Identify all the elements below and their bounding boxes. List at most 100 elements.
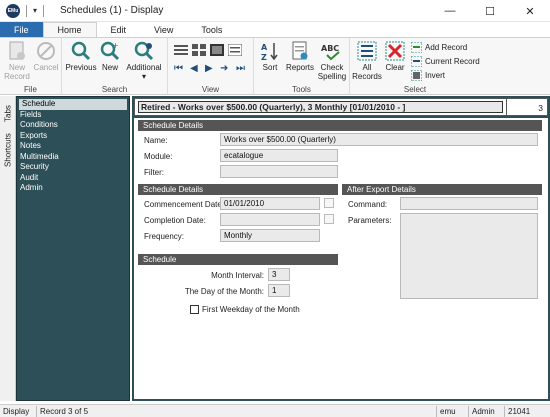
month-interval-field[interactable]: 3: [268, 268, 290, 281]
status-mode: Display: [3, 407, 30, 416]
check-spelling-label: Check Spelling: [317, 63, 347, 81]
filter-field[interactable]: [220, 165, 338, 178]
current-record-icon: [411, 56, 422, 67]
section-header: Schedule Details: [138, 120, 542, 131]
ribbon-group-select: All Records Clear Add Record Current Rec…: [350, 38, 480, 95]
calendar-icon[interactable]: [324, 214, 334, 224]
last-record-icon[interactable]: ⏭: [236, 63, 245, 74]
details-view-button[interactable]: [228, 44, 242, 56]
record-count: 3: [538, 103, 543, 113]
tab-file[interactable]: File: [0, 22, 43, 37]
cancel-button[interactable]: Cancel: [32, 40, 60, 72]
record-header: Retired - Works over $500.00 (Quarterly)…: [134, 98, 548, 116]
clear-selection-button[interactable]: Clear: [383, 40, 407, 72]
command-field[interactable]: [400, 197, 538, 210]
list-view-button[interactable]: [174, 44, 188, 56]
tab-home[interactable]: Home: [42, 22, 97, 37]
group-label-tools: Tools: [292, 85, 311, 94]
image-view-icon: [210, 44, 224, 56]
nav-item-admin[interactable]: Admin: [17, 183, 129, 194]
check-spelling-button[interactable]: ABC Check Spelling: [316, 40, 348, 81]
nav-item-audit[interactable]: Audit: [17, 173, 129, 184]
divider: [26, 4, 27, 17]
module-field[interactable]: ecatalogue: [220, 149, 338, 162]
module-label: Module:: [144, 152, 173, 161]
reports-button[interactable]: Reports: [284, 40, 316, 72]
day-of-month-field[interactable]: 1: [268, 284, 290, 297]
tab-edit[interactable]: Edit: [97, 22, 141, 37]
nav-item-schedule[interactable]: Schedule: [19, 99, 127, 110]
filter-label: Filter:: [144, 168, 164, 177]
nav-item-multimedia[interactable]: Multimedia: [17, 152, 129, 163]
commencement-date-label: Commencement Date:: [144, 200, 225, 209]
next-record-icon[interactable]: ▶: [205, 63, 213, 74]
ribbon-group-tools: AZ Sort Reports ABC Check Spelling Tools: [254, 38, 350, 95]
side-tab-shortcuts[interactable]: Shortcuts: [2, 130, 14, 170]
previous-record-icon[interactable]: ◀: [190, 63, 198, 74]
parameters-field[interactable]: [400, 213, 538, 299]
all-records-button[interactable]: All Records: [352, 40, 382, 81]
calendar-icon[interactable]: [324, 198, 334, 208]
additional-search-icon: [133, 40, 155, 62]
list-view-icon: [174, 45, 188, 55]
image-view-button[interactable]: [210, 44, 224, 56]
chevron-down-icon: ▾: [141, 72, 146, 81]
nav-item-exports[interactable]: Exports: [17, 131, 129, 142]
grid-view-button[interactable]: [192, 44, 206, 56]
invert-button[interactable]: Invert: [411, 70, 445, 81]
status-bar: Display Record 3 of 5 emu Admin 21041: [0, 404, 550, 417]
spell-check-icon: ABC: [321, 40, 343, 62]
record-panel: Retired - Works over $500.00 (Quarterly)…: [132, 96, 550, 401]
select-all-icon: [356, 40, 378, 62]
day-of-month-label: The Day of the Month:: [184, 287, 264, 296]
sort-button[interactable]: AZ Sort: [258, 40, 282, 72]
new-record-button[interactable]: New Record: [2, 40, 32, 81]
record-summary: Retired - Works over $500.00 (Quarterly)…: [138, 101, 503, 113]
ribbon-group-file: New Record Cancel File: [0, 38, 62, 95]
parameters-label: Parameters:: [348, 216, 392, 225]
commencement-date-field[interactable]: 01/01/2010: [220, 197, 320, 210]
all-records-label: All Records: [352, 63, 382, 81]
side-tab-tabs[interactable]: Tabs: [2, 102, 14, 126]
ribbon-group-view: ⏮ ◀ ▶ ➜ ⏭ View: [168, 38, 254, 95]
svg-text:Z: Z: [261, 53, 267, 61]
frequency-field[interactable]: Monthly: [220, 229, 320, 242]
window-title: Schedules (1) - Display: [60, 5, 164, 16]
nav-item-fields[interactable]: Fields: [17, 110, 129, 121]
group-label-select: Select: [403, 85, 427, 94]
first-record-icon[interactable]: ⏮: [174, 63, 183, 74]
title-bar: EMu ▾ Schedules (1) - Display — ☐ ✕: [0, 0, 550, 22]
new-search-button[interactable]: + New: [98, 40, 122, 72]
previous-button[interactable]: Previous: [65, 40, 97, 72]
jump-record-icon[interactable]: ➜: [220, 63, 228, 74]
minimize-button[interactable]: —: [430, 0, 470, 22]
quick-access-dropdown-icon[interactable]: ▾: [33, 6, 37, 15]
ribbon-group-search: Previous + New Additional ▾ Search: [62, 38, 168, 95]
details-view-icon: [228, 44, 242, 56]
current-record-button[interactable]: Current Record: [411, 56, 480, 67]
side-tabs: Tabs Shortcuts: [0, 96, 16, 401]
divider: [43, 4, 45, 17]
completion-date-label: Completion Date:: [144, 216, 206, 225]
first-weekday-checkbox[interactable]: [190, 305, 199, 314]
previous-label: Previous: [65, 63, 97, 72]
close-button[interactable]: ✕: [510, 0, 550, 22]
nav-item-security[interactable]: Security: [17, 162, 129, 173]
nav-item-conditions[interactable]: Conditions: [17, 120, 129, 131]
status-user: emu: [436, 406, 468, 417]
section-header: Schedule: [138, 254, 338, 265]
name-field[interactable]: Works over $500.00 (Quarterly): [220, 133, 538, 146]
completion-date-field[interactable]: [220, 213, 320, 226]
name-label: Name:: [144, 136, 168, 145]
clear-label: Clear: [385, 63, 405, 72]
add-record-button[interactable]: Add Record: [411, 42, 467, 53]
group-label-view: View: [201, 85, 220, 94]
nav-item-notes[interactable]: Notes: [17, 141, 129, 152]
app-logo-icon[interactable]: EMu: [6, 3, 20, 18]
tab-view[interactable]: View: [140, 22, 187, 37]
additional-label: Additional: [126, 63, 162, 72]
additional-button[interactable]: Additional ▾: [124, 40, 164, 81]
tab-tools[interactable]: Tools: [187, 22, 236, 37]
maximize-button[interactable]: ☐: [470, 0, 510, 22]
command-label: Command:: [348, 200, 388, 209]
